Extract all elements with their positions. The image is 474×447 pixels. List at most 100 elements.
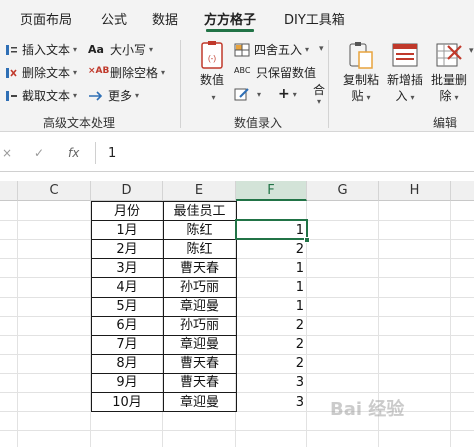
cell-value[interactable]: 3 bbox=[236, 373, 307, 392]
cell-employee[interactable]: 章迎曼 bbox=[163, 335, 236, 354]
chevron-down-icon: ▾ bbox=[257, 89, 262, 99]
keep-value-button[interactable]: ABC 只保留数值 bbox=[234, 64, 316, 81]
column-header-e[interactable]: E bbox=[163, 181, 236, 201]
insert-text-icon bbox=[6, 44, 17, 55]
cell-month[interactable]: 7月 bbox=[91, 335, 163, 354]
insert-button[interactable]: 新增插 入 ▾ bbox=[382, 40, 428, 106]
cell-month[interactable]: 1月 bbox=[91, 221, 163, 240]
chevron-down-icon[interactable]: ▾ bbox=[319, 44, 324, 54]
table-border-vertical bbox=[163, 201, 164, 411]
more-button[interactable]: 更多 ▾ bbox=[88, 87, 139, 104]
format-button[interactable]: ▾ bbox=[234, 87, 261, 101]
cancel-icon[interactable]: × bbox=[2, 146, 12, 160]
cell-month[interactable]: 4月 bbox=[91, 278, 163, 297]
copy-paste-label-2: 贴 bbox=[351, 89, 364, 103]
cell-value[interactable]: 3 bbox=[236, 393, 307, 412]
cell-employee[interactable]: 陈红 bbox=[163, 221, 236, 240]
cut-text-label: 截取文本 bbox=[22, 89, 71, 103]
chevron-down-icon: ▾ bbox=[149, 45, 154, 54]
cell-value[interactable]: 1 bbox=[236, 278, 307, 297]
cell-value[interactable]: 2 bbox=[236, 240, 307, 259]
add-button[interactable]: + ▾ bbox=[278, 86, 297, 102]
cell-month[interactable]: 6月 bbox=[91, 316, 163, 335]
cell-month[interactable]: 8月 bbox=[91, 354, 163, 373]
column-header-h[interactable]: H bbox=[379, 181, 451, 201]
cell-employee[interactable]: 曹天春 bbox=[163, 259, 236, 278]
active-tab-indicator bbox=[206, 29, 254, 32]
formula-bar-separator bbox=[95, 142, 96, 164]
round-button[interactable]: 四舍五入 ▾ bbox=[234, 41, 309, 58]
value-button[interactable]: (-) 数值 ▾ bbox=[192, 40, 232, 106]
batch-delete-button[interactable]: 批量删 除 ▾ bbox=[426, 40, 472, 106]
column-header-f[interactable]: F bbox=[236, 181, 307, 201]
cell-employee[interactable]: 曹天春 bbox=[163, 354, 236, 373]
plus-icon: + bbox=[278, 86, 290, 102]
cut-text-icon bbox=[6, 90, 17, 101]
table-border-horizontal bbox=[91, 316, 236, 317]
confirm-icon[interactable]: ✓ bbox=[34, 146, 44, 160]
column-header-c[interactable]: C bbox=[18, 181, 91, 201]
table-border-horizontal bbox=[91, 392, 236, 393]
formula-bar: × ✓ fx 1 bbox=[0, 132, 474, 172]
cell-employee[interactable]: 章迎曼 bbox=[163, 393, 236, 412]
chevron-down-icon: ▾ bbox=[410, 93, 415, 102]
group-label-number-entry: 数值录入 bbox=[234, 116, 283, 130]
round-label: 四舍五入 bbox=[254, 43, 303, 57]
case-label: 大小写 bbox=[110, 43, 147, 57]
value-label: 数值 bbox=[199, 73, 224, 87]
case-icon: Aa bbox=[88, 42, 104, 56]
cell-month[interactable]: 2月 bbox=[91, 240, 163, 259]
delete-spaces-button[interactable]: ×AB 删除空格 ▾ bbox=[88, 64, 165, 81]
more-number-button[interactable]: 合 ▾ bbox=[313, 84, 325, 108]
insert-text-button[interactable]: 插入文本 ▾ bbox=[4, 41, 77, 58]
cell-employee[interactable]: 章迎曼 bbox=[163, 297, 236, 316]
cell-month[interactable]: 9月 bbox=[91, 373, 163, 392]
cell-employee[interactable]: 曹天春 bbox=[163, 373, 236, 392]
column-header-d[interactable]: D bbox=[91, 181, 163, 201]
chevron-down-icon[interactable]: ▾ bbox=[469, 46, 474, 56]
tab-data[interactable]: 数据 bbox=[152, 9, 178, 28]
tab-diy-toolbox[interactable]: DIY工具箱 bbox=[284, 9, 345, 28]
more-label: 更多 bbox=[108, 89, 133, 103]
delete-text-button[interactable]: 删除文本 ▾ bbox=[4, 64, 77, 81]
tab-page-layout[interactable]: 页面布局 bbox=[20, 9, 72, 28]
chevron-down-icon: ▾ bbox=[317, 97, 322, 106]
gridline-horizontal bbox=[0, 430, 474, 431]
cell-employee[interactable]: 孙巧丽 bbox=[163, 316, 236, 335]
cell-month[interactable]: 10月 bbox=[91, 393, 163, 412]
cell-month[interactable]: 5月 bbox=[91, 297, 163, 316]
formula-input[interactable]: 1 bbox=[108, 146, 116, 161]
column-header-g[interactable]: G bbox=[307, 181, 379, 201]
group-separator bbox=[328, 40, 329, 128]
case-button[interactable]: Aa 大小写 ▾ bbox=[88, 41, 153, 58]
cell-header-employee[interactable]: 最佳员工 bbox=[163, 202, 236, 221]
cell-value[interactable]: 2 bbox=[236, 354, 307, 373]
cell-value[interactable]: 1 bbox=[236, 297, 307, 316]
column-header-partial bbox=[0, 181, 18, 201]
chevron-down-icon: ▾ bbox=[211, 93, 216, 102]
cell-employee[interactable]: 陈红 bbox=[163, 240, 236, 259]
fx-icon[interactable]: fx bbox=[68, 146, 79, 160]
cell-month[interactable]: 3月 bbox=[91, 259, 163, 278]
chevron-down-icon: ▾ bbox=[73, 68, 78, 77]
group-label-edit: 编辑 bbox=[433, 116, 458, 130]
active-cell-selection[interactable] bbox=[235, 219, 308, 240]
table-border-horizontal bbox=[91, 258, 236, 259]
table-border-horizontal bbox=[91, 239, 236, 240]
group-separator bbox=[180, 40, 181, 128]
table-border-horizontal bbox=[91, 335, 236, 336]
cell-value[interactable]: 2 bbox=[236, 335, 307, 354]
copy-paste-button[interactable]: 复制粘 贴 ▾ bbox=[338, 40, 384, 106]
cell-value[interactable]: 2 bbox=[236, 316, 307, 335]
cut-text-button[interactable]: 截取文本 ▾ bbox=[4, 87, 77, 104]
cell-value[interactable]: 1 bbox=[236, 259, 307, 278]
cell-employee[interactable]: 孙巧丽 bbox=[163, 278, 236, 297]
cell-header-month[interactable]: 月份 bbox=[91, 202, 163, 221]
tab-formulas[interactable]: 公式 bbox=[101, 9, 127, 28]
tab-fangfang-gezi[interactable]: 方方格子 bbox=[204, 9, 256, 28]
delete-spaces-label: 删除空格 bbox=[110, 66, 159, 80]
truncated-label: 合 bbox=[313, 83, 326, 97]
column-header-partial bbox=[451, 181, 474, 201]
chevron-down-icon: ▾ bbox=[292, 89, 297, 99]
fill-handle[interactable] bbox=[304, 237, 310, 243]
